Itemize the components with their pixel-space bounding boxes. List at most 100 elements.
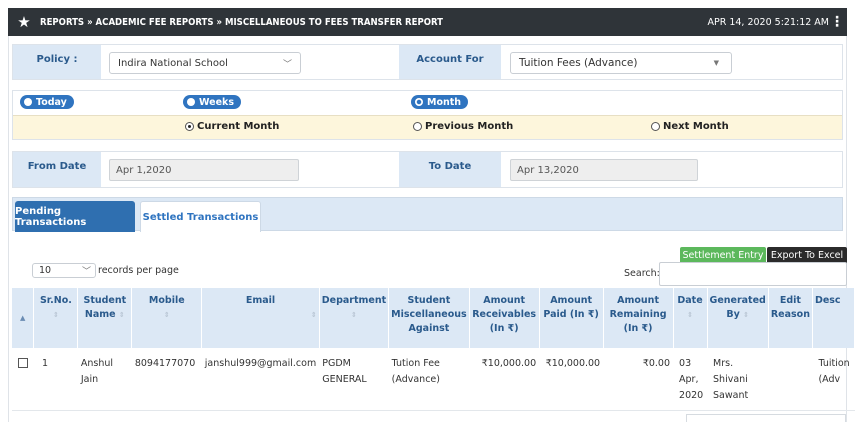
sort-icon: ⇕ [163, 311, 170, 319]
sort-icon: ⇕ [310, 311, 317, 319]
column-header-label: Department [321, 295, 387, 306]
chevron-down-icon: ﹀ [282, 59, 292, 70]
column-header-label: Amount Remaining (In ₹) [609, 295, 667, 334]
radio-icon [651, 122, 660, 131]
cell-paid: ₹10,000.00 [539, 348, 604, 411]
column-header-label: Date [677, 295, 703, 306]
cell-edit-reason [768, 348, 813, 411]
row-checkbox[interactable] [17, 358, 28, 368]
column-header[interactable]: Amount Receivables (In ₹) [469, 288, 540, 348]
radio-selected-icon [185, 122, 194, 131]
column-header[interactable]: Sr.No. ⇕ [33, 288, 79, 348]
account-select[interactable]: Tuition Fees (Advance) ▼ [510, 52, 732, 74]
column-header[interactable]: Desc [812, 288, 855, 348]
radio-icon [24, 98, 32, 106]
column-header-label: Student Miscellaneous Against [391, 295, 467, 334]
weeks-pill[interactable]: Weeks [183, 95, 241, 109]
next-month-label: Next Month [663, 121, 729, 132]
cell-mobile: 8094177070 [131, 348, 202, 411]
to-date-label: To Date [399, 152, 501, 187]
select-column-header[interactable]: ▲ [12, 288, 35, 348]
today-label: Today [36, 96, 67, 108]
search-input[interactable] [659, 262, 847, 286]
cell-desc: Tuition (Adv [812, 348, 855, 411]
sort-asc-icon: ▲ [20, 314, 26, 322]
policy-label: Policy : [13, 45, 101, 79]
column-header[interactable]: Edit Reason [768, 288, 813, 348]
cell-sr-no: 1 [33, 348, 78, 411]
current-datetime: APR 14, 2020 5:21:12 AM [707, 16, 829, 28]
cell-student-name: Anshul Jain [77, 348, 132, 411]
column-header-label: Sr.No. [39, 295, 72, 306]
previous-month-label: Previous Month [425, 121, 514, 132]
sort-icon: ⇕ [52, 311, 59, 319]
star-icon[interactable]: ★ [12, 13, 36, 31]
policy-select-value: Indira National School [118, 57, 228, 69]
page-size-select[interactable]: 10 ﹀ [32, 263, 96, 278]
table-header-row: ▲ Sr.No. ⇕ Student Name ⇕ Mobile ⇕ Email ⇕… [12, 288, 855, 348]
column-header-label: Amount Receivables (In ₹) [472, 295, 537, 334]
cell-remaining: ₹0.00 [603, 348, 674, 411]
account-label: Account For [399, 45, 501, 79]
records-per-page-label: records per page [98, 265, 179, 276]
to-date-input[interactable]: Apr 13,2020 [510, 159, 698, 181]
transaction-tabs: Pending Transactions Settled Transaction… [12, 197, 843, 232]
column-header[interactable]: Amount Remaining (In ₹) [603, 288, 674, 348]
previous-month-radio[interactable]: Previous Month [413, 121, 513, 132]
sort-icon: ⇕ [687, 311, 693, 319]
column-header-label: Email [245, 295, 276, 306]
column-header-label: Amount Paid (In ₹) [543, 295, 599, 320]
table-row: 1 Anshul Jain 8094177070 janshul999@gmai… [12, 348, 855, 411]
column-header[interactable]: Department ⇕ [319, 288, 390, 348]
from-date-input[interactable]: Apr 1,2020 [109, 159, 299, 181]
row-checkbox-cell[interactable] [12, 348, 34, 411]
search-label: Search: [624, 268, 660, 279]
transactions-table: ▲ Sr.No. ⇕ Student Name ⇕ Mobile ⇕ Email ⇕… [12, 288, 855, 411]
tab-pending-transactions[interactable]: Pending Transactions [15, 201, 135, 232]
current-month-label: Current Month [197, 121, 280, 132]
account-select-value: Tuition Fees (Advance) [519, 57, 638, 69]
radio-icon [413, 122, 422, 131]
weeks-label: Weeks [199, 96, 234, 108]
caret-down-icon: ▼ [713, 59, 719, 67]
column-header[interactable]: Mobile ⇕ [131, 288, 203, 348]
month-pill[interactable]: Month [411, 95, 469, 109]
column-header[interactable]: Student Miscellaneous Against [388, 288, 470, 348]
current-month-radio[interactable]: Current Month [185, 121, 279, 132]
month-label: Month [427, 96, 462, 108]
page-size-value: 10 [39, 265, 52, 276]
from-date-label: From Date [13, 152, 101, 187]
policy-row: Policy : Indira National School ﹀ Accoun… [12, 44, 843, 80]
next-month-radio[interactable]: Next Month [651, 121, 729, 132]
column-header[interactable]: Amount Paid (In ₹) [539, 288, 604, 348]
radio-selected-icon [415, 98, 423, 106]
policy-select[interactable]: Indira National School ﹀ [109, 52, 301, 74]
column-header[interactable]: Student Name ⇕ [77, 288, 133, 348]
cell-generated-by: Mrs. Shivani Sawant [707, 348, 769, 411]
pagination[interactable] [686, 414, 846, 422]
column-header[interactable]: Email ⇕ [201, 288, 320, 348]
column-header-label: Desc [814, 295, 841, 306]
cell-email: janshul999@gmail.com [201, 348, 320, 411]
sort-icon: ⇕ [351, 311, 357, 319]
today-pill[interactable]: Today [20, 95, 74, 109]
sort-icon: ⇕ [118, 311, 125, 319]
cell-against: Tution Fee (Advance) [388, 348, 470, 411]
cell-department: PGDM GENERAL [319, 348, 389, 411]
cell-receivable: ₹10,000.00 [469, 348, 540, 411]
column-header-label: Generated By [709, 295, 766, 320]
chevron-down-icon: ﹀ [81, 267, 91, 277]
more-options-icon[interactable]: ⋮ [829, 14, 845, 30]
date-range-row: From Date Apr 1,2020 To Date Apr 13,2020 [12, 151, 843, 188]
tab-settled-transactions[interactable]: Settled Transactions [140, 201, 261, 232]
breadcrumb: REPORTS » ACADEMIC FEE REPORTS » MISCELL… [40, 16, 443, 28]
column-header-label: Mobile [148, 295, 185, 306]
sort-icon: ⇕ [743, 311, 749, 319]
cell-date: 03 Apr, 2020 [673, 348, 708, 411]
top-bar: ★ REPORTS » ACADEMIC FEE REPORTS » MISCE… [8, 8, 847, 36]
radio-icon [187, 98, 195, 106]
column-header[interactable]: Generated By ⇕ [707, 288, 769, 348]
column-header-label: Edit Reason [770, 295, 810, 320]
column-header[interactable]: Date ⇕ [673, 288, 708, 348]
period-selector: Today Weeks Month Current Month Previous… [12, 90, 843, 140]
